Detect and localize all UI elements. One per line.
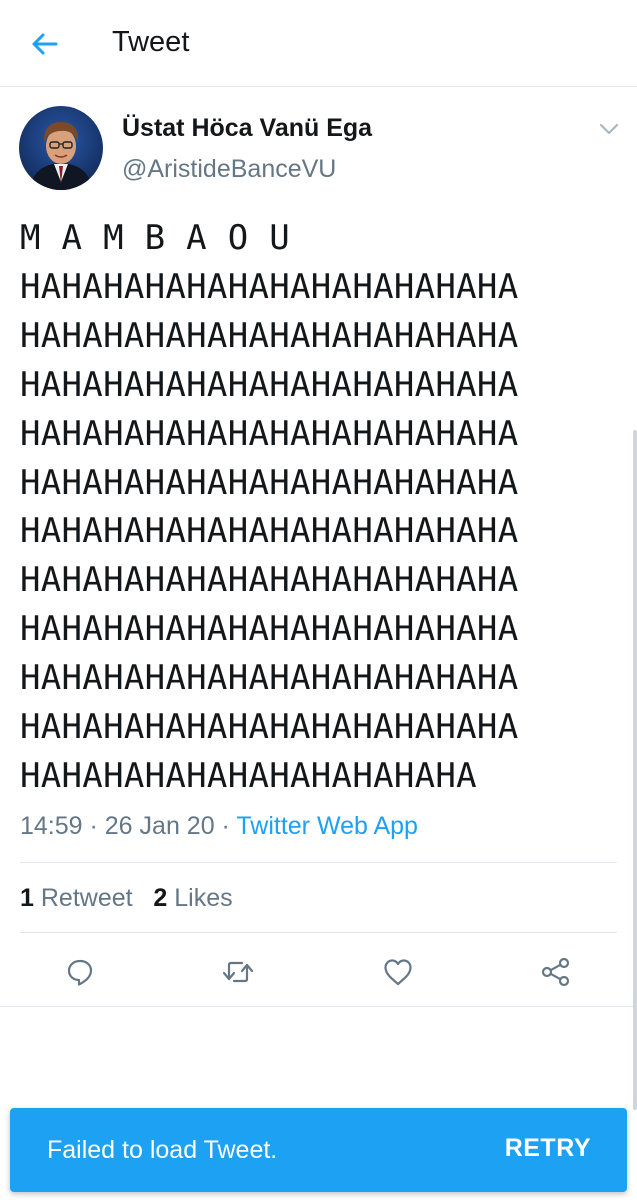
arrow-left-icon (32, 33, 58, 55)
tweet-time: 14:59 (20, 812, 83, 840)
retweets-label: Retweet (40, 884, 133, 912)
likes-label: Likes (174, 884, 233, 912)
reply-button[interactable] (56, 944, 104, 1000)
avatar[interactable] (19, 106, 103, 190)
reply-icon (67, 959, 93, 986)
tweet-actions (0, 944, 637, 1000)
tweet-menu-button[interactable] (596, 118, 622, 140)
chevron-down-icon (599, 123, 619, 135)
back-button[interactable] (22, 22, 66, 66)
share-icon (541, 957, 570, 987)
page-title: Tweet (112, 26, 190, 58)
retweets-count: 1 (20, 884, 34, 912)
divider (0, 1006, 637, 1007)
heart-icon (384, 959, 412, 986)
meta-separator: · (214, 812, 237, 840)
likes-count: 2 (153, 884, 168, 912)
error-snackbar: Failed to load Tweet. RETRY (10, 1108, 627, 1192)
snackbar-message: Failed to load Tweet. (47, 1136, 278, 1164)
divider (20, 862, 617, 863)
share-button[interactable] (532, 944, 580, 1000)
top-app-bar: Tweet (0, 0, 637, 87)
avatar-image (19, 106, 103, 190)
tweet-detail-screen: Tweet Üstat Höca Vanü Ega @AristideBance… (0, 0, 637, 1200)
tweet-source-link[interactable]: Twitter Web App (236, 812, 418, 840)
retweet-icon (222, 961, 254, 983)
retweet-button[interactable] (214, 944, 262, 1000)
meta-separator: · (82, 812, 105, 840)
like-button[interactable] (374, 944, 422, 1000)
retweets-stat[interactable]: 1 Retweet (20, 884, 133, 912)
tweet-stats: 1 Retweet 2 Likes (20, 884, 233, 913)
user-handle[interactable]: @AristideBanceVU (122, 155, 336, 184)
tweet-metadata: 14:59 · 26 Jan 20 · Twitter Web App (20, 812, 418, 841)
display-name[interactable]: Üstat Höca Vanü Ega (122, 114, 372, 143)
retry-button[interactable]: RETRY (505, 1134, 591, 1163)
likes-stat[interactable]: 2 Likes (153, 884, 232, 912)
divider (20, 932, 617, 933)
tweet-date: 26 Jan 20 (104, 812, 215, 840)
scrollbar[interactable] (633, 430, 637, 1110)
tweet-text: M A M B A O U HAHAHAHAHAHAHAHAHAHAHAHA H… (20, 218, 519, 796)
